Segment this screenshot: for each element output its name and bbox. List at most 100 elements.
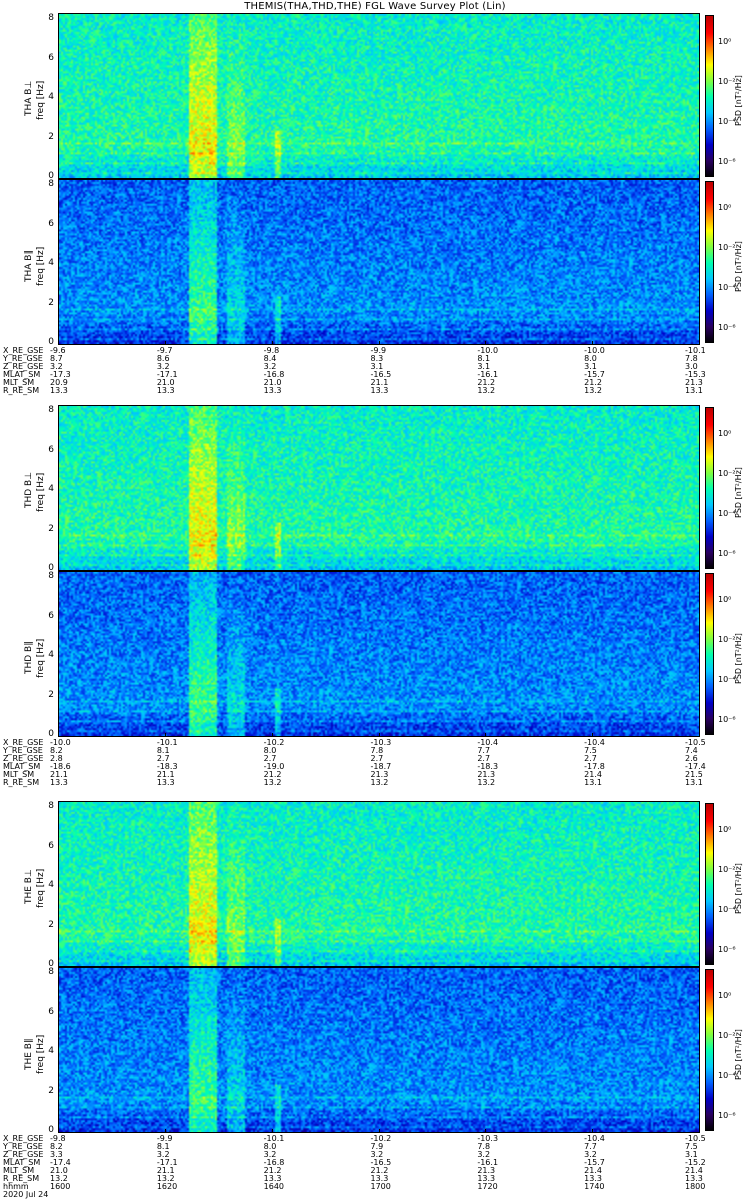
x-tick-mark [378,733,380,737]
x-tick-mark [271,1129,273,1133]
ephemeris-value: 13.2 [477,386,496,395]
ephemeris-value: 1800 [685,1182,706,1191]
x-tick-mark [164,1129,166,1133]
spectrogram-image [59,572,699,736]
y-tick-label: 2 [48,297,54,308]
ephemeris-name: R_RE_SM [3,778,40,787]
x-tick-mark [485,1129,487,1133]
panel-label: THA B⊥ [24,80,34,116]
colorbar-label: PSD [nT²/Hz] [734,467,743,518]
x-tick-mark [58,1129,59,1133]
ephemeris-value: 13.1 [685,386,703,395]
colorbar-tick-label: 10⁻⁶ [718,715,736,724]
spectrogram-image [59,406,699,570]
ephemeris-value: 1700 [370,1182,391,1191]
colorbar-label: PSD [nT²/Hz] [734,1029,743,1080]
ephemeris-value: 13.2 [370,778,389,787]
y-tick-label: 6 [48,1006,54,1017]
y-tick-label: 6 [48,610,54,621]
colorbar-gradient [706,16,713,176]
colorbar-tick-label: 10⁰ [718,203,732,212]
colorbar-tick-label: 10⁻⁶ [718,323,736,332]
x-tick-mark [592,733,594,737]
y-tick-label: 2 [48,523,54,534]
y-tick-label: 4 [48,650,54,660]
ephemeris-value: 13.2 [263,778,282,787]
x-tick-mark [378,341,380,345]
ephemeris-value: 13.3 [156,778,175,787]
ephemeris-value: 13.3 [156,386,175,395]
colorbar [705,407,714,569]
y-tick-label: 4 [48,258,54,268]
spectrogram-image [59,180,699,344]
colorbar-label: PSD [nT²/Hz] [734,863,743,914]
colorbar-tick-label: 10⁻⁶ [718,945,736,954]
y-tick-label: 4 [48,1046,54,1056]
spectrogram-tha-par [58,179,700,345]
ephemeris-value: 13.3 [50,778,68,787]
x-tick-mark [592,341,594,345]
spectrogram-image [59,968,699,1132]
x-tick-mark [271,341,273,345]
y-tick-label: 2 [48,131,54,142]
x-tick-mark [164,733,166,737]
panel-label: THD B⊥ [24,471,34,508]
ephemeris-value: 1600 [50,1182,71,1191]
plot-title: THEMIS(THA,THD,THE) FGL Wave Survey Plot… [244,1,506,12]
spectrogram-image [59,802,699,966]
x-tick-mark [699,1129,700,1133]
colorbar [705,15,714,177]
x-tick-mark [164,341,166,345]
colorbar [705,573,714,735]
colorbar-tick-label: 10⁻² [718,243,736,252]
y-tick-label: 6 [48,52,54,63]
ephemeris-value: 1640 [263,1182,285,1191]
colorbar-tick-label: 10⁰ [718,37,732,46]
panel-label: THE B∥ [24,1038,34,1071]
y-tick-label: 8 [48,179,54,189]
ephemeris-name: R_RE_SM [3,386,40,395]
colorbar-tick-label: 10⁰ [718,595,732,604]
colorbar-tick-label: 10⁻² [718,469,736,478]
colorbar-tick-label: 10⁰ [718,825,732,834]
colorbar-gradient [706,574,713,734]
x-tick-mark [699,341,700,345]
y-tick-label: 4 [48,484,54,494]
y-tick-label: 8 [48,801,54,811]
y-tick-label: 8 [48,13,54,23]
colorbar-tick-label: 10⁻² [718,77,736,86]
date-label: 2020 Jul 24 [3,1190,49,1199]
x-tick-mark [58,733,59,737]
ephemeris-value: 13.2 [477,778,496,787]
y-tick-label: 4 [48,880,54,890]
colorbar-tick-label: 10⁻⁴ [718,675,736,684]
y-tick-label: 6 [48,840,54,851]
ephemeris-value: 13.3 [50,386,68,395]
spectrogram-image [59,14,699,178]
colorbar-gradient [706,182,713,342]
spectrogram-tha-perp [58,13,700,179]
colorbar-tick-label: 10⁻² [718,865,736,874]
x-tick-mark [271,733,273,737]
colorbar-tick-label: 10⁻⁴ [718,117,736,126]
colorbar-tick-label: 10⁻² [718,1031,736,1040]
spectrogram-the-perp [58,801,700,967]
colorbar-tick-label: 10⁻⁴ [718,283,736,292]
colorbar-tick-label: 10⁻⁴ [718,509,736,518]
colorbar-tick-label: 10⁻⁴ [718,905,736,914]
colorbar-tick-label: 10⁻² [718,635,736,644]
y-tick-label: 6 [48,218,54,229]
y-tick-label: 6 [48,444,54,455]
y-tick-label: 2 [48,689,54,700]
y-tick-label: 8 [48,571,54,581]
colorbar [705,969,714,1131]
ephemeris-value: 13.3 [263,386,282,395]
x-tick-mark [485,733,487,737]
colorbar-gradient [706,408,713,568]
ephemeris-value: 13.2 [584,386,602,395]
colorbar [705,181,714,343]
panel-label: THA B∥ [24,250,34,282]
colorbar-tick-label: 10⁰ [718,429,732,438]
x-tick-mark [699,733,700,737]
y-tick-label: 2 [48,919,54,930]
